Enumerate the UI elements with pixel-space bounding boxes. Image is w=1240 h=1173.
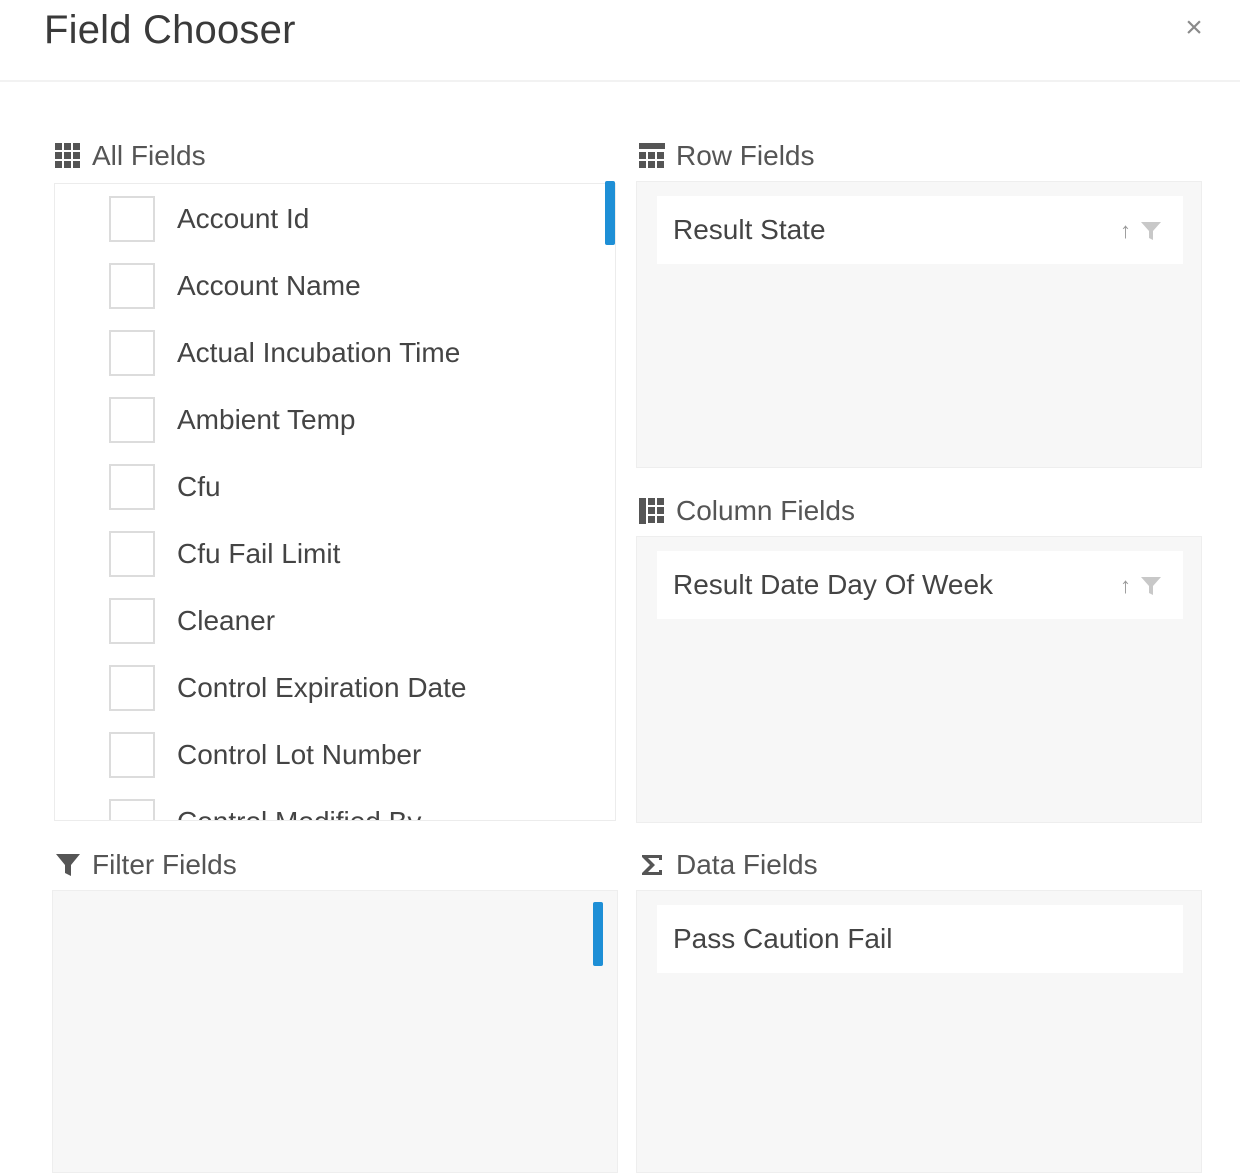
- field-item-1[interactable]: Account Name: [109, 261, 361, 311]
- field-item-2[interactable]: Actual Incubation Time: [109, 328, 460, 378]
- sigma-icon: [642, 855, 662, 875]
- row-fields-zone[interactable]: Result State ↑: [636, 181, 1202, 468]
- field-label: Cfu: [177, 471, 221, 502]
- grid-icon: [55, 143, 80, 168]
- column-fields-title: Column Fields: [676, 495, 855, 526]
- field-checkbox[interactable]: [109, 330, 155, 376]
- column-fields-zone[interactable]: Result Date Day Of Week ↑: [636, 536, 1202, 823]
- field-checkbox[interactable]: [109, 732, 155, 778]
- field-label: Cleaner: [177, 605, 276, 636]
- filter-fields-header: Filter Fields: [54, 845, 237, 885]
- field-item-4[interactable]: Cfu: [109, 462, 221, 512]
- field-checkbox[interactable]: [109, 397, 155, 443]
- field-checkbox[interactable]: [109, 665, 155, 711]
- all-fields-list[interactable]: Account Id Account Name Actual Incubatio…: [54, 183, 616, 821]
- data-field-item[interactable]: Pass Caution Fail: [657, 905, 1183, 973]
- all-fields-title: All Fields: [92, 140, 206, 171]
- field-checkbox[interactable]: [109, 263, 155, 309]
- field-label: Cfu Fail Limit: [177, 538, 341, 569]
- data-fields-zone[interactable]: Pass Caution Fail: [636, 890, 1202, 1173]
- filter-fields-title: Filter Fields: [92, 849, 237, 880]
- field-label: Account Name: [177, 270, 361, 301]
- filter-icon[interactable]: [1139, 574, 1163, 598]
- field-item-9[interactable]: Control Modified By: [109, 797, 421, 820]
- field-item-8[interactable]: Control Lot Number: [109, 730, 421, 780]
- field-label: Control Modified By: [177, 806, 421, 820]
- filter-fields-scrollbar[interactable]: [593, 902, 603, 966]
- sort-arrow-icon[interactable]: ↑: [1120, 573, 1131, 599]
- columns-icon: [639, 498, 664, 524]
- field-item-5[interactable]: Cfu Fail Limit: [109, 529, 340, 579]
- field-item-3[interactable]: Ambient Temp: [109, 395, 355, 445]
- field-checkbox[interactable]: [109, 531, 155, 577]
- column-field-item[interactable]: Result Date Day Of Week ↑: [657, 551, 1183, 619]
- field-item-7[interactable]: Control Expiration Date: [109, 663, 466, 713]
- data-fields-title: Data Fields: [676, 849, 818, 880]
- row-fields-title: Row Fields: [676, 140, 815, 171]
- data-fields-header: Data Fields: [638, 845, 818, 885]
- filter-icon: [56, 854, 80, 876]
- field-label: Control Lot Number: [177, 739, 422, 770]
- sort-arrow-icon[interactable]: ↑: [1120, 218, 1131, 244]
- dialog-titlebar: Field Chooser ×: [0, 0, 1240, 82]
- field-item-0[interactable]: Account Id: [109, 194, 309, 244]
- rows-icon: [639, 143, 665, 168]
- row-field-item[interactable]: Result State ↑: [657, 196, 1183, 264]
- column-field-label: Result Date Day Of Week: [673, 569, 994, 600]
- field-checkbox[interactable]: [109, 464, 155, 510]
- dialog-title: Field Chooser: [44, 8, 296, 52]
- field-checkbox[interactable]: [109, 598, 155, 644]
- field-label: Actual Incubation Time: [177, 337, 461, 368]
- row-fields-header: Row Fields: [638, 136, 814, 176]
- field-label: Control Expiration Date: [177, 672, 467, 703]
- all-fields-header: All Fields: [54, 136, 206, 176]
- field-item-6[interactable]: Cleaner: [109, 596, 275, 646]
- filter-fields-zone[interactable]: [52, 890, 618, 1173]
- row-field-label: Result State: [673, 214, 826, 245]
- field-checkbox[interactable]: [109, 196, 155, 242]
- close-icon[interactable]: ×: [1174, 8, 1214, 48]
- all-fields-scrollbar[interactable]: [605, 181, 615, 245]
- field-checkbox[interactable]: [109, 799, 155, 820]
- field-label: Ambient Temp: [177, 404, 356, 435]
- data-field-label: Pass Caution Fail: [673, 923, 893, 954]
- column-fields-header: Column Fields: [638, 491, 855, 531]
- filter-icon[interactable]: [1139, 219, 1163, 243]
- field-label: Account Id: [177, 203, 310, 234]
